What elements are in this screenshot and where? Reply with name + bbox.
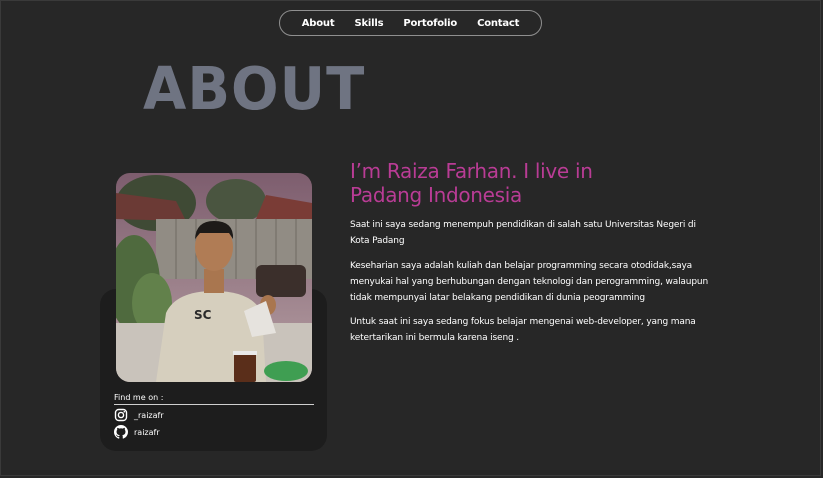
top-navigation: About Skills Portofolio Contact [279, 10, 542, 36]
github-link[interactable]: raizafr [114, 425, 160, 439]
about-paragraph: Saat ini saya sedang menempuh pendidikan… [350, 220, 696, 246]
instagram-link[interactable]: _raizafr [114, 408, 164, 422]
divider [114, 404, 314, 405]
profile-photo: SC [116, 173, 312, 382]
nav-portofolio[interactable]: Portofolio [403, 18, 457, 29]
instagram-handle: _raizafr [134, 410, 164, 420]
github-handle: raizafr [134, 427, 160, 437]
nav-about[interactable]: About [302, 18, 335, 29]
instagram-icon [114, 408, 128, 422]
svg-text:SC: SC [194, 308, 212, 322]
intro-title: I’m Raiza Farhan. I live in Padang Indon… [350, 159, 593, 207]
section-heading: ABOUT [143, 55, 366, 124]
about-paragraph: Keseharian saya adalah kuliah dan belaja… [350, 261, 709, 303]
nav-contact[interactable]: Contact [477, 18, 519, 29]
about-paragraph: Untuk saat ini saya sedang fokus belajar… [350, 317, 696, 343]
nav-skills[interactable]: Skills [354, 18, 383, 29]
github-icon [114, 425, 128, 439]
find-me-label: Find me on : [114, 393, 164, 402]
